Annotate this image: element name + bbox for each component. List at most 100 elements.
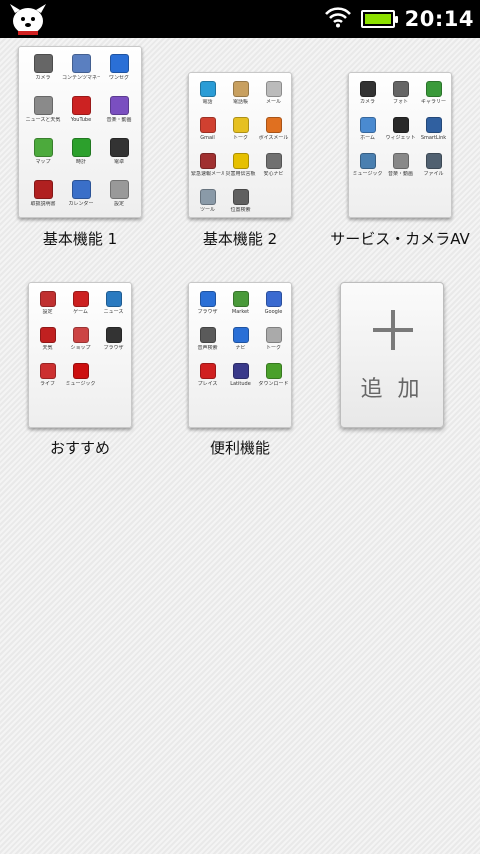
app-shortcut: ブラウザ	[191, 291, 224, 315]
app-shortcut: 緊急速報メール	[191, 153, 224, 177]
app-label: 電話	[202, 99, 213, 105]
app-label: 設定	[42, 309, 53, 315]
app-shortcut: ブラウザ	[97, 327, 130, 351]
app-icon	[72, 363, 89, 379]
app-shortcut: トーク	[224, 117, 257, 141]
app-icon	[392, 153, 409, 169]
app-icon	[71, 138, 91, 157]
app-label: ミュージック	[65, 381, 96, 387]
folder-basic-2-thumbnail[interactable]: 電話 電話帳 メール Gmail トーク ボイスメール 緊急速報メール 災害用伝言板 安心ナビツ…	[188, 72, 292, 218]
app-label: ブラウザ	[197, 309, 218, 315]
app-shortcut: 電話	[191, 81, 224, 105]
app-shortcut: ショップ	[64, 327, 97, 351]
app-icon	[392, 117, 409, 133]
app-shortcut: カメラ	[24, 54, 62, 81]
app-icon	[71, 180, 91, 199]
folder-basic-1[interactable]: カメラ コンテンツマネージャ ワンセグニュースと天気 YouTube 音楽・動画マップ 時…	[0, 38, 160, 268]
app-icon	[232, 189, 249, 205]
app-icon	[39, 327, 56, 343]
app-icon	[109, 54, 129, 73]
app-label: ライフ	[39, 381, 55, 387]
add-folder-button[interactable]: 追 加	[340, 282, 444, 428]
app-icon	[105, 291, 122, 307]
app-label: ナビ	[235, 345, 246, 351]
app-shortcut: 時計	[62, 138, 100, 165]
folder-basic-2-icons: 電話 電話帳 メール Gmail トーク ボイスメール 緊急速報メール 災害用伝言板 安心ナビツ…	[189, 73, 291, 217]
app-shortcut: SmartLink	[417, 117, 450, 141]
app-icon	[199, 291, 216, 307]
app-label: 電話帳	[232, 99, 248, 105]
folder-basic-1-thumbnail[interactable]: カメラ コンテンツマネージャ ワンセグニュースと天気 YouTube 音楽・動画マップ 時…	[18, 46, 142, 218]
app-label: メール	[265, 99, 281, 105]
app-shortcut: 取扱説明書	[24, 180, 62, 207]
app-label: Latitude	[230, 381, 251, 387]
folder-utilities-label: 便利機能	[209, 439, 270, 457]
app-icon	[425, 153, 442, 169]
folder-basic-2-label: 基本機能 2	[202, 230, 278, 248]
app-label: YouTube	[70, 117, 92, 123]
app-icon	[71, 54, 91, 73]
folder-recommended[interactable]: 設定 ゲーム ニュース 天気 ショップ ブラウザ ライフ ミュージック おすすめ	[0, 248, 160, 478]
app-shortcut: 安心ナビ	[257, 153, 290, 177]
app-shortcut: ニュース	[97, 291, 130, 315]
clock: 20:14	[404, 7, 474, 31]
status-bar: 20:14	[0, 0, 480, 38]
app-shortcut: フォト	[384, 81, 417, 105]
app-icon	[109, 138, 129, 157]
app-label: ブラウザ	[103, 345, 124, 351]
app-icon	[199, 117, 216, 133]
app-label: 電卓	[113, 159, 124, 165]
app-label: ホーム	[360, 135, 375, 141]
app-shortcut: Google	[257, 291, 290, 315]
app-label: 取扱説明書	[30, 201, 56, 207]
app-shortcut: 電話帳	[224, 81, 257, 105]
app-label: ウィジェット	[385, 135, 416, 141]
app-shortcut: 設定	[100, 180, 138, 207]
app-icon	[425, 117, 442, 133]
app-icon	[199, 363, 216, 379]
app-icon	[199, 81, 216, 97]
app-label: ミュージック	[352, 171, 383, 177]
app-shortcut: 音楽・動画	[100, 96, 138, 123]
app-shortcut: 災害用伝言板	[224, 153, 257, 177]
app-label: 位置検索	[230, 207, 251, 213]
app-icon	[199, 327, 216, 343]
folder-basic-2[interactable]: 電話 電話帳 メール Gmail トーク ボイスメール 緊急速報メール 災害用伝言板 安心ナビツ…	[160, 38, 320, 268]
app-label: 時計	[75, 159, 86, 165]
app-shortcut: ミュージック	[64, 363, 97, 387]
app-label: 設定	[113, 201, 124, 207]
app-label: ニュース	[103, 309, 124, 315]
folder-basic-1-icons: カメラ コンテンツマネージャ ワンセグニュースと天気 YouTube 音楽・動画マップ 時…	[19, 47, 141, 217]
app-shortcut: ツール	[191, 189, 224, 213]
folder-service-camera-av-thumbnail[interactable]: カメラ フォト ギャラリー ホーム ウィジェット SmartLink ミュージック 音楽・動画…	[348, 72, 452, 218]
app-shortcut: Market	[224, 291, 257, 315]
status-icons: 20:14	[324, 0, 474, 38]
app-label: Market	[231, 309, 250, 315]
app-icon	[72, 327, 89, 343]
app-label: Gmail	[200, 135, 215, 141]
app-label: トーク	[265, 345, 281, 351]
app-icon	[425, 81, 442, 97]
app-icon	[359, 153, 376, 169]
app-label: カレンダー	[68, 201, 94, 207]
app-icon	[199, 153, 216, 169]
folder-utilities[interactable]: ブラウザ Market Google 音声検索 ナビ トーク プレイス Latitude ダウン…	[160, 248, 320, 478]
folder-utilities-thumbnail[interactable]: ブラウザ Market Google 音声検索 ナビ トーク プレイス Latitude ダウン…	[188, 282, 292, 428]
app-shortcut: 天気	[31, 327, 64, 351]
app-icon	[392, 81, 409, 97]
app-shortcut: ライフ	[31, 363, 64, 387]
app-label: ショップ	[70, 345, 91, 351]
folder-service-camera-av[interactable]: カメラ フォト ギャラリー ホーム ウィジェット SmartLink ミュージック 音楽・動画…	[320, 38, 480, 268]
app-shortcut: コンテンツマネージャ	[62, 54, 100, 81]
app-icon	[39, 363, 56, 379]
app-label: ツール	[199, 207, 215, 213]
app-shortcut: ニュースと天気	[24, 96, 62, 123]
app-shortcut: Gmail	[191, 117, 224, 141]
folder-recommended-thumbnail[interactable]: 設定 ゲーム ニュース 天気 ショップ ブラウザ ライフ ミュージック	[28, 282, 132, 428]
app-shortcut: ファイル	[417, 153, 450, 177]
app-shortcut: 音楽・動画	[384, 153, 417, 177]
app-label: フォト	[392, 99, 408, 105]
app-shortcut: カメラ	[351, 81, 384, 105]
app-label: トーク	[232, 135, 248, 141]
folder-recommended-label: おすすめ	[49, 439, 110, 457]
